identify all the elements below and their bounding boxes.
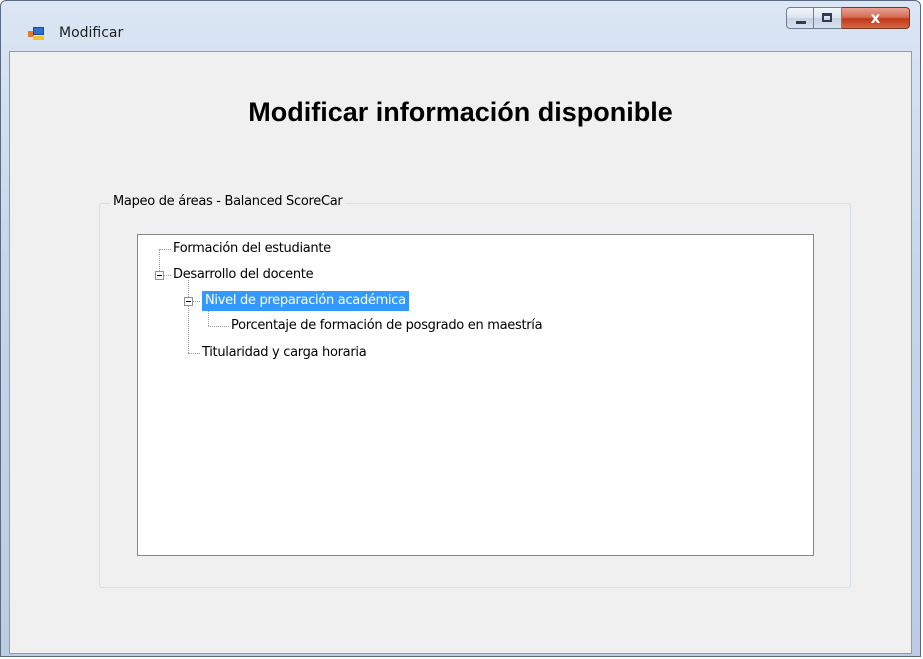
tree-connector (159, 249, 171, 250)
app-icon (28, 27, 44, 41)
groupbox-title: Mapeo de áreas - Balanced ScoreCar (110, 194, 346, 209)
areas-groupbox: Mapeo de áreas - Balanced ScoreCar Forma… (99, 194, 851, 588)
tree-node[interactable]: Titularidad y carga horaria (202, 343, 367, 363)
tree-connector (164, 275, 171, 276)
tree-connector (188, 353, 200, 354)
window-title: Modificar (59, 25, 124, 41)
title-bar[interactable]: Modificar x (1, 1, 920, 45)
minimize-icon (796, 21, 806, 24)
page-title: Modificar información disponible (248, 97, 673, 127)
tree-connector (188, 280, 189, 353)
application-window: Modificar x Modificar información dispon… (0, 0, 921, 657)
tree-node-selected[interactable]: Nivel de preparación académica (202, 291, 409, 311)
close-icon: x (870, 9, 881, 27)
tree-node[interactable]: Formación del estudiante (173, 239, 331, 259)
areas-treeview[interactable]: Formación del estudiante Desarrollo del … (137, 234, 814, 556)
minimize-button[interactable] (786, 7, 814, 29)
collapse-toggle-icon[interactable] (155, 271, 164, 280)
maximize-icon (822, 13, 832, 22)
form-client-area: Modificar información disponible Mapeo d… (9, 51, 912, 654)
tree-node[interactable]: Desarrollo del docente (173, 265, 314, 285)
maximize-button[interactable] (814, 7, 842, 29)
tree-connector (208, 326, 229, 327)
close-button[interactable]: x (842, 7, 910, 29)
collapse-toggle-icon[interactable] (184, 297, 193, 306)
tree-connector (193, 301, 200, 302)
tree-node[interactable]: Porcentaje de formación de posgrado en m… (231, 316, 543, 336)
